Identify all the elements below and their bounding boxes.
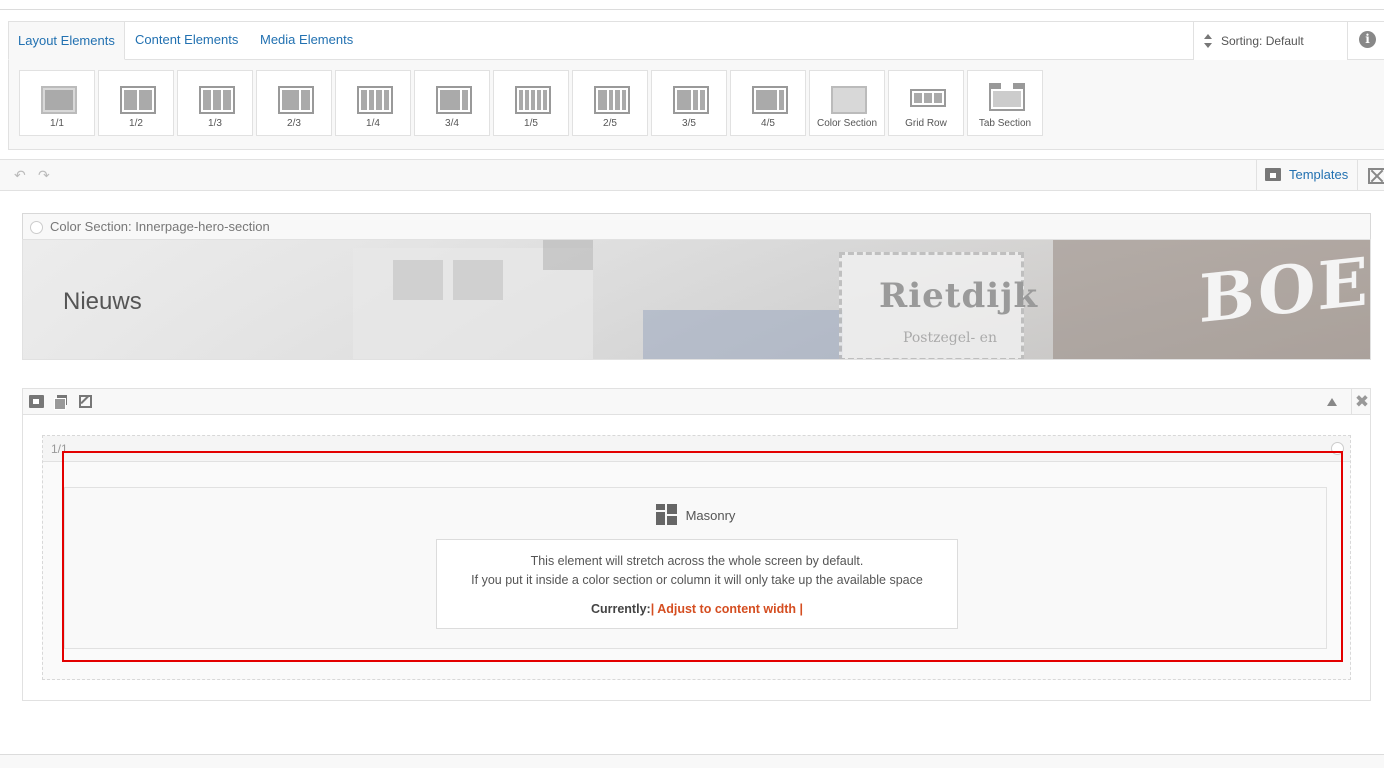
redo-icon[interactable]: ↷ xyxy=(38,167,50,184)
tab-media-elements[interactable]: Media Elements xyxy=(251,21,362,60)
element-label: Color Section xyxy=(816,118,878,129)
column-3-5-icon xyxy=(673,86,709,114)
element-1-2[interactable]: 1/2 xyxy=(98,70,174,136)
hero-brand-text: Rietdijk xyxy=(879,276,1039,316)
bottom-divider xyxy=(0,754,1384,768)
sorting-label: Sorting: Default xyxy=(1221,34,1304,48)
element-1-4[interactable]: 1/4 xyxy=(335,70,411,136)
column-1-3-icon xyxy=(199,86,235,114)
current-value: | Adjust to content width | xyxy=(650,602,804,616)
element-label: 1/2 xyxy=(129,118,143,129)
masonry-title-text: Masonry xyxy=(685,508,736,523)
masonry-icon xyxy=(655,504,677,525)
close-icon[interactable]: ✖ xyxy=(1351,389,1372,415)
builder-toolbar: ↶ ↷ Templates xyxy=(0,159,1384,191)
tab-layout-elements[interactable]: Layout Elements xyxy=(8,21,125,60)
window-shape xyxy=(393,260,443,300)
element-tab-section[interactable]: Tab Section xyxy=(967,70,1043,136)
column-2-3-icon xyxy=(278,86,314,114)
collapse-arrow-icon[interactable] xyxy=(1327,398,1337,406)
save-template-icon[interactable] xyxy=(29,395,44,408)
element-4-5[interactable]: 4/5 xyxy=(730,70,806,136)
column-label: 1/1 xyxy=(51,442,68,456)
element-grid-row[interactable]: Grid Row xyxy=(888,70,964,136)
element-2-5[interactable]: 2/5 xyxy=(572,70,648,136)
window-shape xyxy=(453,260,503,300)
element-label: 1/3 xyxy=(208,118,222,129)
undo-icon[interactable]: ↶ xyxy=(14,167,26,184)
sort-arrows-icon xyxy=(1204,34,1212,48)
masonry-element[interactable]: Masonry This element will stretch across… xyxy=(64,487,1327,649)
top-divider xyxy=(0,9,1384,10)
window-shape xyxy=(543,240,593,270)
element-1-1[interactable]: 1/1 xyxy=(19,70,95,136)
element-tabs: Layout Elements Content Elements Media E… xyxy=(8,21,1384,60)
element-label: 2/5 xyxy=(603,118,617,129)
current-label: Currently: xyxy=(590,602,651,616)
info-icon[interactable]: i xyxy=(1359,31,1376,48)
hero-title: Nieuws xyxy=(63,288,142,315)
awning-shape xyxy=(643,310,843,359)
element-label: 4/5 xyxy=(761,118,775,129)
column-4-5-icon xyxy=(752,86,788,114)
sorting-dropdown[interactable]: Sorting: Default xyxy=(1193,22,1348,60)
edit-icon[interactable] xyxy=(79,395,92,408)
masonry-info-box: This element will stretch across the who… xyxy=(436,539,958,629)
color-section-header[interactable]: Color Section: Innerpage-hero-section xyxy=(22,213,1371,240)
hero-preview[interactable]: Rietdijk Postzegel- en BOEK Nieuws xyxy=(22,239,1371,360)
tab-content-elements[interactable]: Content Elements xyxy=(126,21,247,60)
element-label: 1/4 xyxy=(366,118,380,129)
column-header[interactable]: 1/1 xyxy=(43,436,1350,462)
column-1-1-icon xyxy=(41,86,77,114)
column-handle-icon[interactable] xyxy=(1331,442,1344,455)
info-line-1: This element will stretch across the who… xyxy=(530,554,864,568)
column-1-2-icon xyxy=(120,86,156,114)
element-1-3[interactable]: 1/3 xyxy=(177,70,253,136)
templates-label: Templates xyxy=(1289,167,1349,182)
element-picker-panel: Layout Elements Content Elements Media E… xyxy=(8,21,1384,150)
element-1-5[interactable]: 1/5 xyxy=(493,70,569,136)
element-3-5[interactable]: 3/5 xyxy=(651,70,727,136)
element-label: Grid Row xyxy=(905,118,947,129)
element-label: 2/3 xyxy=(287,118,301,129)
templates-button[interactable]: Templates xyxy=(1256,160,1358,190)
fullscreen-icon[interactable] xyxy=(1368,168,1384,184)
info-line-2: If you put it inside a color section or … xyxy=(471,573,923,587)
element-label: 1/5 xyxy=(524,118,538,129)
tab-section-icon xyxy=(989,83,1025,111)
section-controls: ✖ xyxy=(23,389,1370,415)
color-section-title: Color Section: Innerpage-hero-section xyxy=(50,219,270,234)
column-1-5-icon xyxy=(515,86,551,114)
color-section-icon xyxy=(831,86,867,114)
column-2-5-icon xyxy=(594,86,630,114)
hero-sub-text: Postzegel- en xyxy=(903,330,997,346)
column-3-4-icon xyxy=(436,86,472,114)
column-1-4-icon xyxy=(357,86,393,114)
current-setting: Currently:| Adjust to content width | xyxy=(437,600,957,619)
element-color-section[interactable]: Color Section xyxy=(809,70,885,136)
masonry-title: Masonry xyxy=(65,504,1326,525)
element-label: Tab Section xyxy=(978,118,1032,129)
drag-handle-icon[interactable] xyxy=(30,221,43,234)
element-3-4[interactable]: 3/4 xyxy=(414,70,490,136)
element-2-3[interactable]: 2/3 xyxy=(256,70,332,136)
grid-row-icon xyxy=(910,89,946,107)
element-label: 1/1 xyxy=(50,118,64,129)
element-label: 3/5 xyxy=(682,118,696,129)
element-label: 3/4 xyxy=(445,118,459,129)
templates-icon xyxy=(1265,168,1281,181)
copy-icon[interactable] xyxy=(54,395,69,410)
